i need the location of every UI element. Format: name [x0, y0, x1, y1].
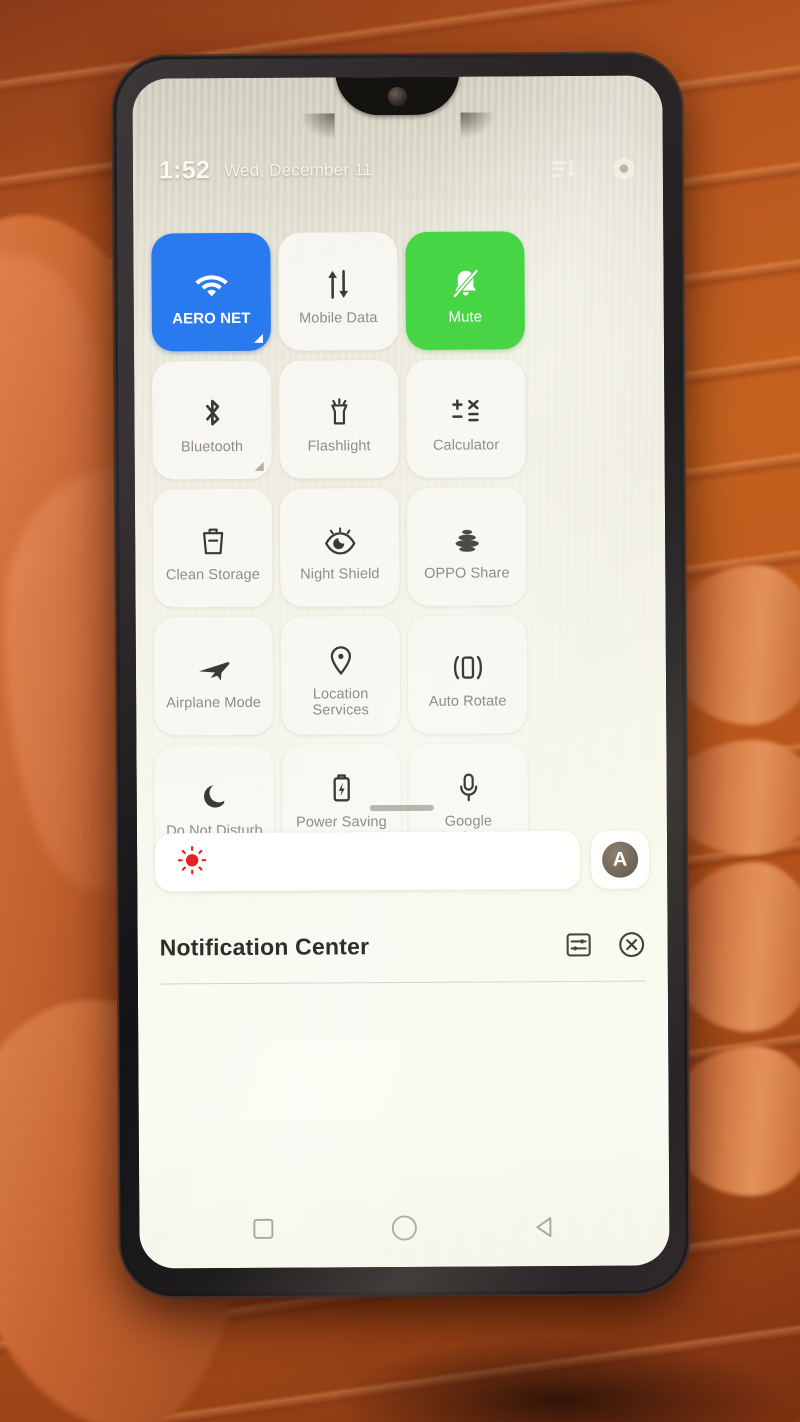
status-date: Wed, December 11	[224, 159, 373, 180]
notification-list	[160, 991, 647, 1189]
qs-tile-night-shield[interactable]: Night Shield	[279, 488, 400, 607]
header-spacer	[369, 945, 539, 946]
phone-screen[interactable]: 1:52 Wed, December 11 "SIM1" Data Usage.…	[132, 75, 670, 1269]
qs-tile-label: Auto Rotate	[428, 693, 507, 710]
qs-tile-label: Mute	[448, 308, 483, 326]
navigation-bar	[139, 1187, 669, 1268]
auto-brightness-button[interactable]: A	[590, 830, 650, 889]
manage-notifications-icon[interactable]	[566, 932, 592, 958]
expander-triangle-icon[interactable]	[254, 461, 264, 471]
panel-drag-handle[interactable]	[369, 804, 434, 812]
qs-tile-calculator[interactable]: Calculator	[406, 359, 526, 478]
qs-tile-label: Mobile Data	[299, 310, 378, 327]
qs-tile-label: Calculator	[432, 437, 500, 454]
qs-tile-airplane-mode[interactable]: Airplane Mode	[153, 616, 274, 736]
wifi-icon	[194, 263, 228, 307]
clear-all-icon[interactable]	[618, 931, 646, 959]
qs-tile-clean-storage[interactable]: Clean Storage	[152, 488, 273, 608]
qs-tile-label: AERO NET	[172, 309, 251, 328]
bluetooth-icon	[199, 391, 225, 435]
right-finger-3	[668, 862, 800, 1032]
qs-tile-label: OPPO Share	[424, 565, 510, 582]
sort-filter-icon[interactable]	[551, 156, 577, 180]
front-camera-icon	[387, 86, 408, 107]
auto-brightness-icon: A	[602, 841, 639, 878]
notch-shadow-left	[300, 113, 335, 140]
moon-icon	[200, 775, 228, 819]
qs-tile-label: Location Services	[312, 686, 369, 719]
notification-center-title: Notification Center	[159, 932, 370, 960]
recents-button[interactable]	[251, 1217, 275, 1241]
quick-settings-grid: AERO NET Mobile Data Mute Bluetooth Flas…	[133, 230, 667, 864]
mobile-data-icon	[323, 262, 353, 306]
qs-tile-label: Clean Storage	[165, 566, 260, 584]
qs-tile-aero-net[interactable]: AERO NET	[151, 232, 272, 352]
qs-tile-label: Flashlight	[307, 438, 371, 455]
settings-gear-icon[interactable]	[611, 155, 637, 181]
bell-mute-icon	[450, 262, 480, 306]
qs-tile-bluetooth[interactable]: Bluetooth	[152, 360, 272, 480]
flashlight-icon	[325, 390, 353, 434]
brightness-sun-icon	[177, 845, 207, 880]
brightness-row: A	[137, 830, 667, 892]
home-button[interactable]	[390, 1214, 418, 1242]
qs-tile-location-services[interactable]: Location Services	[280, 616, 401, 735]
qs-tile-label: Bluetooth	[180, 438, 244, 456]
waterdrop-notch	[335, 75, 460, 116]
phone-device: 1:52 Wed, December 11 "SIM1" Data Usage.…	[113, 53, 689, 1297]
location-pin-icon	[327, 638, 353, 682]
notification-divider	[159, 980, 646, 985]
status-time: 1:52	[158, 156, 211, 185]
status-spacer	[386, 169, 537, 170]
microphone-icon	[456, 766, 480, 810]
expander-triangle-icon[interactable]	[253, 333, 263, 343]
qs-tile-label: Night Shield	[300, 566, 380, 583]
qs-tile-auto-rotate[interactable]: Auto Rotate	[407, 615, 528, 734]
photo-background: 1:52 Wed, December 11 "SIM1" Data Usage.…	[0, 0, 800, 1422]
airplane-icon	[196, 647, 230, 691]
battery-saver-icon	[329, 766, 353, 810]
oppo-share-icon	[451, 517, 483, 561]
brightness-slider[interactable]	[154, 830, 581, 892]
qs-tile-flashlight[interactable]: Flashlight	[279, 360, 399, 479]
qs-tile-label: Airplane Mode	[166, 694, 262, 712]
back-button[interactable]	[534, 1215, 558, 1239]
auto-rotate-icon	[450, 645, 484, 689]
data-usage-text: "SIM1" Data Usage. Today: 0 B, This Mont…	[159, 186, 543, 206]
calculator-icon	[450, 390, 482, 434]
trash-clean-icon	[200, 519, 226, 563]
right-finger-1	[668, 565, 800, 725]
notch-shadow-right	[460, 112, 495, 139]
qs-tile-mobile-data[interactable]: Mobile Data	[278, 232, 399, 351]
status-bar: 1:52 Wed, December 11	[133, 153, 663, 185]
notification-center-header: Notification Center	[138, 930, 668, 961]
qs-tile-oppo-share[interactable]: OPPO Share	[406, 487, 527, 606]
right-finger-2	[668, 740, 800, 855]
eye-moon-icon	[323, 518, 357, 562]
qs-tile-mute[interactable]: Mute	[405, 231, 526, 350]
